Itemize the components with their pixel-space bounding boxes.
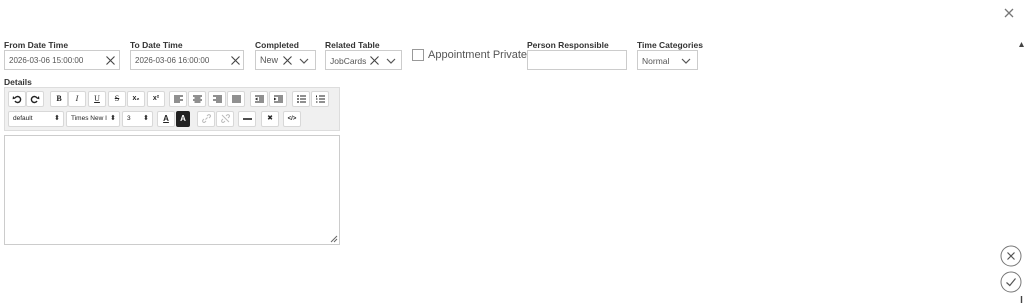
font-size-value: 3 <box>127 115 131 122</box>
numbered-list-icon <box>315 95 325 103</box>
source-code-button[interactable]: </> <box>283 111 301 127</box>
underline-button[interactable]: U <box>88 91 106 107</box>
outdent-button[interactable] <box>250 91 268 107</box>
outdent-icon <box>254 95 264 103</box>
cancel-button[interactable] <box>1000 245 1022 267</box>
link-button[interactable] <box>197 111 215 127</box>
to-date-field[interactable]: 2026-03-06 16:00:00 <box>130 50 244 70</box>
details-label: Details <box>4 77 32 87</box>
indent-button[interactable] <box>269 91 287 107</box>
align-right-button[interactable] <box>208 91 226 107</box>
bullet-list-icon <box>296 95 306 103</box>
updown-icon: ⬍ <box>54 115 60 122</box>
unlink-button[interactable] <box>216 111 234 127</box>
justify-icon <box>231 95 241 103</box>
scroll-up-icon[interactable] <box>1019 40 1024 48</box>
subscript-button[interactable]: x₂ <box>127 91 145 107</box>
appointment-private-checkbox[interactable] <box>412 49 424 61</box>
clear-from-date-icon[interactable] <box>105 55 116 66</box>
from-date-label: From Date Time <box>4 40 69 50</box>
text-color-button[interactable]: A <box>157 111 175 127</box>
align-left-button[interactable] <box>169 91 187 107</box>
to-date-label: To Date Time <box>130 40 183 50</box>
format-select[interactable]: default ⬍ <box>8 111 64 127</box>
superscript-button[interactable]: x² <box>147 91 165 107</box>
font-size-select[interactable]: 3 ⬍ <box>122 111 153 127</box>
related-table-value: JobCards <box>330 56 367 66</box>
close-dialog-icon[interactable] <box>1002 6 1016 20</box>
clear-completed-icon[interactable] <box>282 55 293 66</box>
related-table-select[interactable]: JobCards <box>325 50 402 70</box>
bold-button[interactable]: B <box>50 91 68 107</box>
time-categories-label: Time Categories <box>637 40 703 50</box>
clear-related-table-icon[interactable] <box>369 55 380 66</box>
appointment-private-label: Appointment Private <box>428 49 528 61</box>
to-date-value: 2026-03-06 16:00:00 <box>135 56 210 65</box>
from-date-value: 2026-03-06 15:00:00 <box>9 56 84 65</box>
align-right-icon <box>212 95 222 103</box>
align-center-icon <box>192 95 202 103</box>
unlink-icon <box>220 114 230 123</box>
horizontal-rule-button[interactable] <box>238 111 256 127</box>
strikethrough-button[interactable]: S <box>108 91 126 107</box>
font-name-select[interactable]: Times New I ⬍ <box>66 111 120 127</box>
justify-button[interactable] <box>227 91 245 107</box>
related-table-label: Related Table <box>325 40 380 50</box>
details-editor[interactable] <box>4 135 340 245</box>
person-responsible-input[interactable] <box>527 50 627 70</box>
numbered-list-button[interactable] <box>311 91 329 107</box>
time-categories-select[interactable]: Normal <box>637 50 698 70</box>
undo-button[interactable] <box>8 91 26 107</box>
chevron-down-icon[interactable] <box>386 57 396 65</box>
updown-icon: ⬍ <box>143 115 149 122</box>
completed-label: Completed <box>255 40 299 50</box>
bullet-list-button[interactable] <box>292 91 310 107</box>
italic-button[interactable]: I <box>68 91 86 107</box>
time-categories-value: Normal <box>642 56 670 66</box>
redo-button[interactable] <box>26 91 44 107</box>
completed-value: New <box>260 55 279 65</box>
align-center-button[interactable] <box>188 91 206 107</box>
format-select-value: default <box>13 115 33 122</box>
rich-text-toolbar: B I U S x₂ x² default ⬍ Times New I ⬍ 3 … <box>4 87 340 131</box>
remove-format-button[interactable]: ✖ <box>261 111 279 127</box>
indent-icon <box>273 95 283 103</box>
undo-icon <box>12 95 22 104</box>
from-date-field[interactable]: 2026-03-06 15:00:00 <box>4 50 120 70</box>
save-button[interactable] <box>1000 271 1022 293</box>
background-color-button[interactable]: A <box>176 111 190 127</box>
chevron-down-icon[interactable] <box>299 57 309 65</box>
clear-to-date-icon[interactable] <box>230 55 241 66</box>
updown-icon: ⬍ <box>110 115 116 122</box>
person-responsible-label: Person Responsible <box>527 40 609 50</box>
resize-handle-icon[interactable] <box>329 234 338 243</box>
completed-select[interactable]: New <box>255 50 316 70</box>
link-icon <box>201 114 211 123</box>
align-left-icon <box>173 95 183 103</box>
horizontal-rule-icon <box>242 118 252 120</box>
chevron-down-icon[interactable] <box>681 57 691 65</box>
redo-icon <box>30 95 40 104</box>
font-name-value: Times New I <box>71 115 107 122</box>
scrollbar-icon[interactable] <box>1020 296 1023 303</box>
